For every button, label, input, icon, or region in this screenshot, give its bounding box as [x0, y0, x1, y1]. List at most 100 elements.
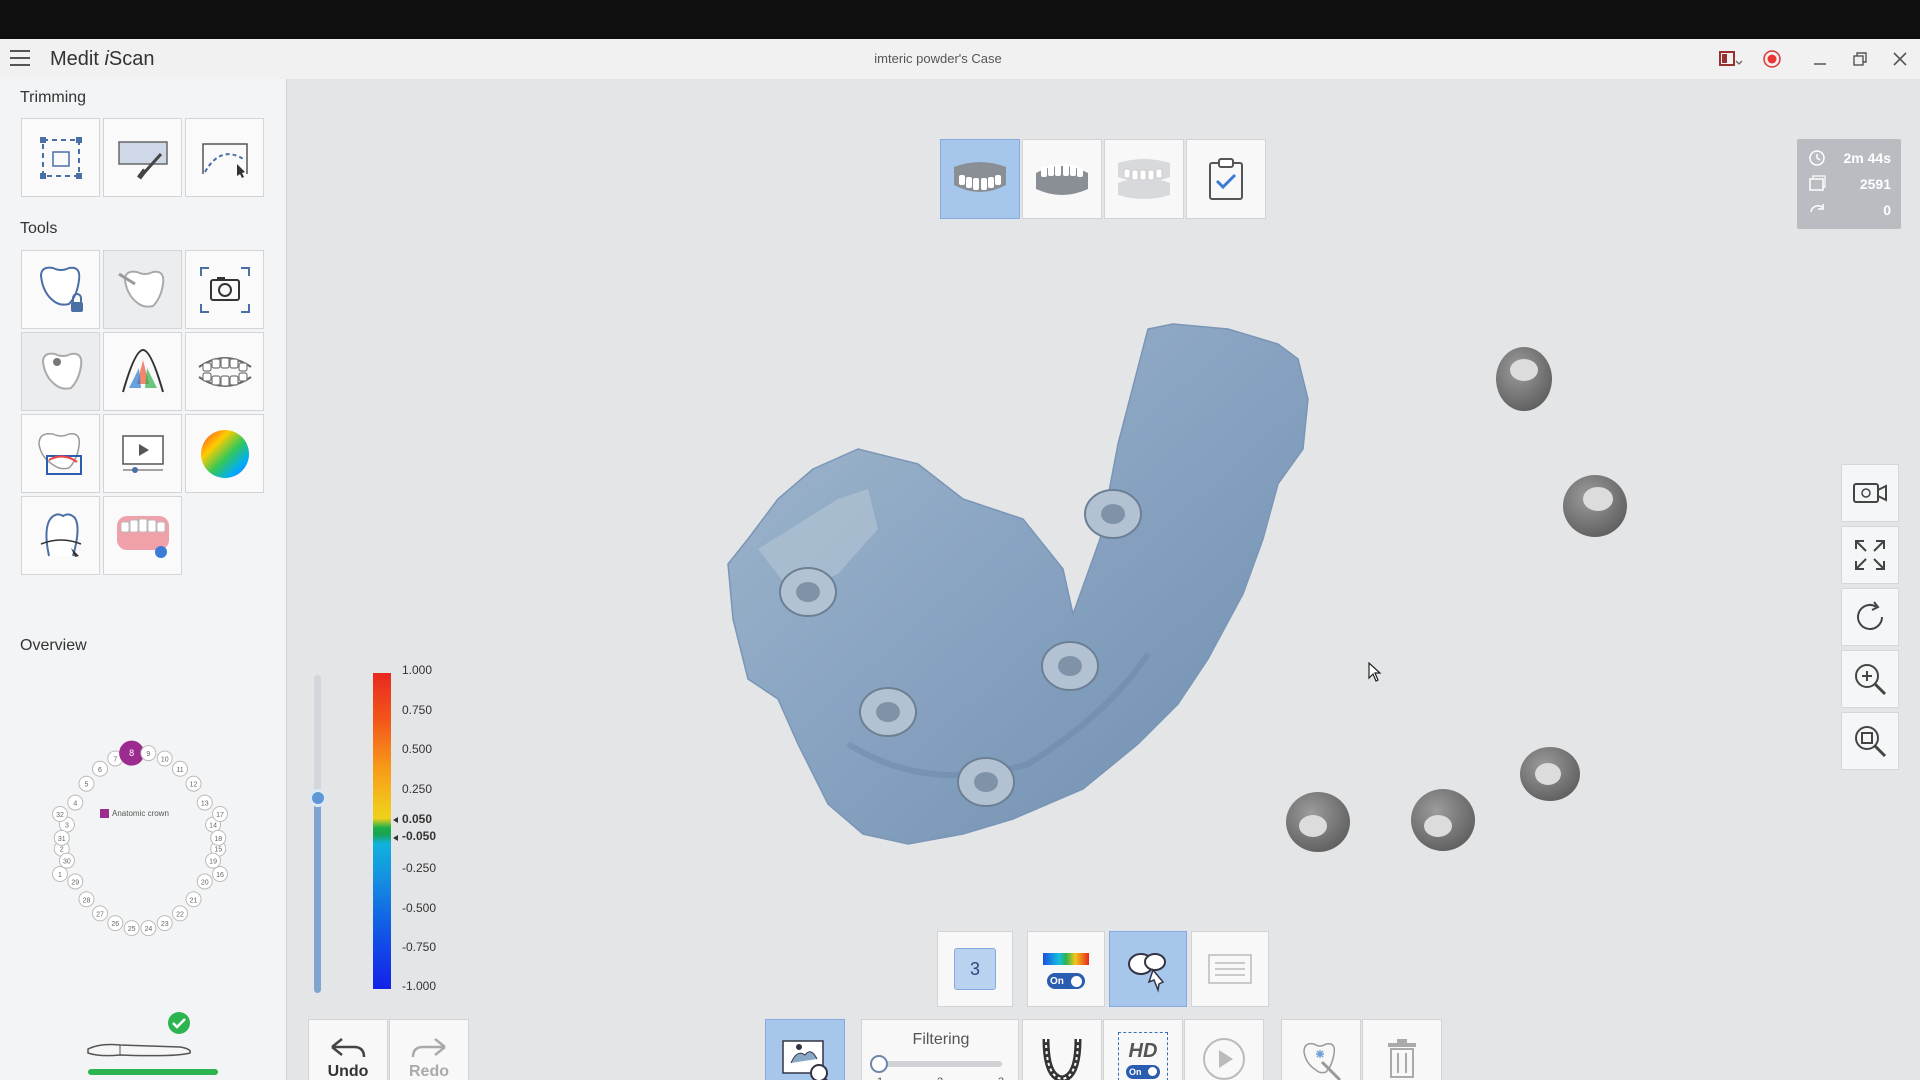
tooth-number: 10 [161, 756, 169, 763]
tooth-margin-button[interactable] [21, 414, 100, 493]
play-scan-button[interactable] [1184, 1019, 1264, 1080]
tooth-30[interactable]: 30 [58, 852, 75, 869]
tooth-6[interactable]: 6 [92, 760, 108, 777]
minimize-icon[interactable] [1807, 47, 1833, 71]
scan-list-button[interactable] [1191, 931, 1269, 1007]
scan-body-tool-button[interactable] [1109, 931, 1187, 1007]
trimming-tools [21, 118, 264, 197]
close-icon[interactable] [1887, 47, 1913, 71]
tooth-18[interactable]: 18 [210, 829, 227, 846]
tooth-margin-icon [37, 432, 82, 475]
hd-switch[interactable]: On [1126, 1064, 1160, 1079]
brush-trim-button[interactable] [103, 118, 182, 197]
scan-view-mode-button[interactable] [765, 1019, 845, 1080]
scan-model[interactable] [508, 274, 1768, 894]
anatomic-crown-legend: Anatomic crown [100, 809, 169, 818]
arch-view-button[interactable] [103, 496, 182, 575]
restore-icon[interactable] [1847, 47, 1873, 71]
layout-toggle-icon[interactable] [1718, 47, 1744, 71]
tooth-wax-button[interactable] [103, 250, 182, 329]
occlusion-button[interactable] [185, 332, 264, 411]
tooth-21[interactable]: 21 [185, 891, 202, 908]
tooth-12[interactable]: 12 [185, 775, 202, 792]
rotate-view-button[interactable] [1841, 588, 1899, 646]
tooth-number: 31 [58, 836, 66, 843]
tooth-22[interactable]: 22 [172, 905, 188, 922]
camera-view-button[interactable] [1841, 464, 1899, 522]
lock-tooth-button[interactable] [21, 250, 100, 329]
zoom-in-button[interactable] [1841, 650, 1899, 708]
stage-maxilla-button[interactable] [940, 139, 1020, 219]
tooth-number: 11 [176, 767, 183, 774]
zoom-fit-button[interactable] [1841, 712, 1899, 770]
curve-trim-button[interactable] [185, 118, 264, 197]
upper-jaw-icon [954, 162, 1006, 192]
3d-viewport[interactable]: 2m 44s 2591 0 1.000 0.750 0.500 0.250 0.… [288, 79, 1920, 1080]
hd-mode-toggle[interactable]: HD On [1103, 1019, 1183, 1080]
tooth-8[interactable]: 8 [119, 740, 145, 766]
undo-button[interactable]: Undo [308, 1019, 388, 1080]
color-map-toggle[interactable]: On [1027, 931, 1105, 1007]
shot-count-button[interactable]: 3 [937, 931, 1013, 1007]
tooth-31[interactable]: 31 [53, 829, 70, 846]
tooth-4[interactable]: 4 [67, 794, 84, 811]
redo-button[interactable]: Redo [389, 1019, 469, 1080]
tooth-5[interactable]: 5 [78, 775, 95, 792]
tooth-28[interactable]: 28 [78, 891, 95, 908]
occlusion-stage-icon [1118, 159, 1170, 199]
filtering-slider-handle[interactable] [870, 1055, 888, 1073]
color-map-switch[interactable]: On [1047, 973, 1085, 989]
tooth-9[interactable]: 9 [140, 745, 157, 762]
stage-occlusion-button[interactable] [1104, 139, 1184, 219]
ai-scan-button[interactable] [1281, 1019, 1361, 1080]
tooth-23[interactable]: 23 [156, 915, 173, 932]
record-icon[interactable] [1759, 47, 1785, 71]
list-panel-icon [1208, 954, 1252, 984]
tooth-25[interactable]: 25 [123, 920, 140, 937]
tooth-13[interactable]: 13 [196, 794, 213, 811]
capture-button[interactable] [185, 250, 264, 329]
anatomic-crown-label: Anatomic crown [112, 809, 169, 818]
stage-complete-button[interactable] [1186, 139, 1266, 219]
tooth-1[interactable]: 1 [52, 866, 68, 882]
switch-knob [1071, 975, 1082, 987]
undercut-button[interactable] [103, 332, 182, 411]
scan-depth-slider[interactable] [314, 675, 321, 993]
tooth-16[interactable]: 16 [212, 866, 228, 882]
tooth-number: 28 [83, 897, 91, 904]
undo-label: Undo [327, 1063, 369, 1080]
tooth-27[interactable]: 27 [92, 905, 108, 922]
tooth-32[interactable]: 32 [52, 806, 68, 822]
stage-mandible-button[interactable] [1022, 139, 1102, 219]
colorbar-label: -0.250 [402, 861, 437, 875]
tooth-fill-button[interactable] [21, 332, 100, 411]
filtering-control[interactable]: Filtering 1 2 3 [861, 1019, 1019, 1080]
tooth-19[interactable]: 19 [205, 852, 222, 869]
video-playback-icon [121, 434, 164, 473]
tooth-11[interactable]: 11 [172, 760, 188, 777]
title-bar: Medit iScan imteric powder's Case [0, 39, 1920, 79]
scan-depth-slider-handle[interactable] [309, 789, 327, 807]
select-trim-button[interactable] [21, 118, 100, 197]
tooth-24[interactable]: 24 [140, 920, 157, 937]
texture-color-button[interactable] [185, 414, 264, 493]
filter-tick-label: 1 [877, 1076, 883, 1080]
tooth-number: 26 [111, 921, 119, 928]
undercut-icon [121, 348, 164, 392]
tooth-chart[interactable]: 1 2 3 4 5 6 7 8 9 10 11 12 13 14 15 16 17 18 19 20 21 22 23 24 2… [40, 669, 240, 979]
tooth-20[interactable]: 20 [196, 873, 213, 890]
filtering-slider-track[interactable] [880, 1061, 1002, 1067]
tooth-26[interactable]: 26 [107, 915, 124, 932]
tooth-10[interactable]: 10 [156, 750, 173, 767]
arch-scan-button[interactable] [1022, 1019, 1102, 1080]
tooth-29[interactable]: 29 [67, 873, 84, 890]
colorbar-label: 0.750 [402, 703, 433, 717]
play-icon [1203, 1038, 1245, 1080]
fit-view-button[interactable] [1841, 526, 1899, 584]
delete-button[interactable] [1362, 1019, 1442, 1080]
measure-button[interactable] [21, 496, 100, 575]
playback-button[interactable] [103, 414, 182, 493]
colorbar-label: -1.000 [402, 979, 437, 993]
zoom-in-icon [1855, 664, 1887, 696]
tooth-17[interactable]: 17 [212, 806, 228, 822]
